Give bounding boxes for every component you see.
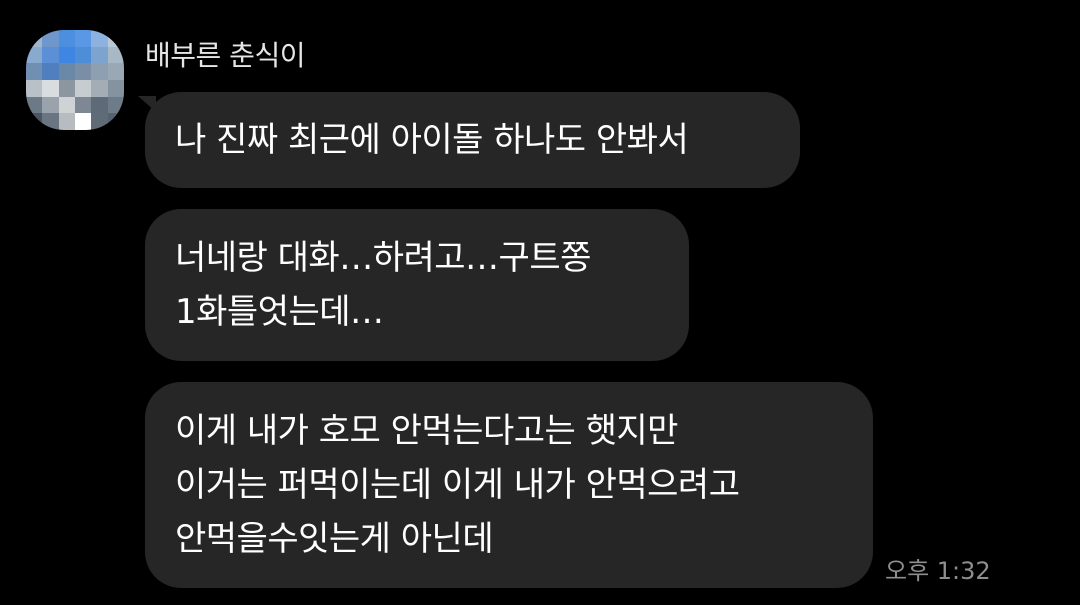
message-text: 안먹을수잇는게 아닌데 [175, 519, 494, 559]
avatar-pixel [42, 46, 59, 64]
avatar-pixel [107, 113, 124, 130]
avatar-pixel [42, 63, 59, 80]
avatar-pixel [107, 96, 124, 114]
avatar-pixel [107, 79, 124, 97]
sender-name: 배부른 춘식이 [145, 39, 305, 72]
avatar-pixel [26, 96, 43, 114]
message-text: 너네랑 대화…하려고…구트쫑 [175, 238, 591, 278]
avatar-pixel [26, 113, 43, 130]
avatar-pixel [58, 30, 75, 47]
avatar-pixel [75, 30, 92, 47]
message-text: 이거는 퍼먹이는데 이게 내가 안먹으려고 [175, 465, 740, 505]
message-bubble[interactable]: 너네랑 대화…하려고…구트쫑 1화틀엇는데… [145, 209, 689, 361]
avatar-pixel [91, 96, 108, 114]
avatar-pixel [107, 46, 124, 64]
message-text: 1화틀엇는데… [175, 292, 384, 332]
avatar-pixel [58, 79, 75, 97]
avatar-pixel [75, 46, 92, 64]
avatar-pixel [75, 96, 92, 114]
avatar-pixel [91, 63, 108, 80]
avatar-pixel [42, 113, 59, 130]
avatar-pixel [42, 79, 59, 97]
avatar-pixel [107, 30, 124, 47]
message-text: 나 진짜 최근에 아이돌 하나도 안봐서 [175, 120, 689, 160]
avatar-pixel [75, 79, 92, 97]
avatar-pixel [75, 63, 92, 80]
avatar-pixel [26, 63, 43, 80]
message-bubble[interactable]: 나 진짜 최근에 아이돌 하나도 안봐서 [145, 92, 800, 188]
avatar-pixel [26, 46, 43, 64]
avatar-pixel [75, 113, 92, 130]
avatar-pixel [107, 63, 124, 80]
avatar-pixel [58, 46, 75, 64]
avatar-pixel [91, 46, 108, 64]
avatar-pixel [91, 113, 108, 130]
avatar-pixel [91, 30, 108, 47]
message-timestamp: 오후 1:32 [885, 557, 991, 585]
avatar-pixel [58, 63, 75, 80]
avatar-pixel [58, 96, 75, 114]
avatar-pixel [58, 113, 75, 130]
avatar-pixel [26, 79, 43, 97]
avatar-pixel [42, 30, 59, 47]
avatar-pixel [26, 30, 43, 47]
avatar-pixel [91, 79, 108, 97]
message-text: 이게 내가 호모 안먹는다고는 햇지만 [175, 411, 678, 451]
message-bubble[interactable]: 이게 내가 호모 안먹는다고는 햇지만 이거는 퍼먹이는데 이게 내가 안먹으려… [145, 382, 873, 588]
avatar[interactable] [26, 30, 124, 130]
avatar-pixel [42, 96, 59, 114]
